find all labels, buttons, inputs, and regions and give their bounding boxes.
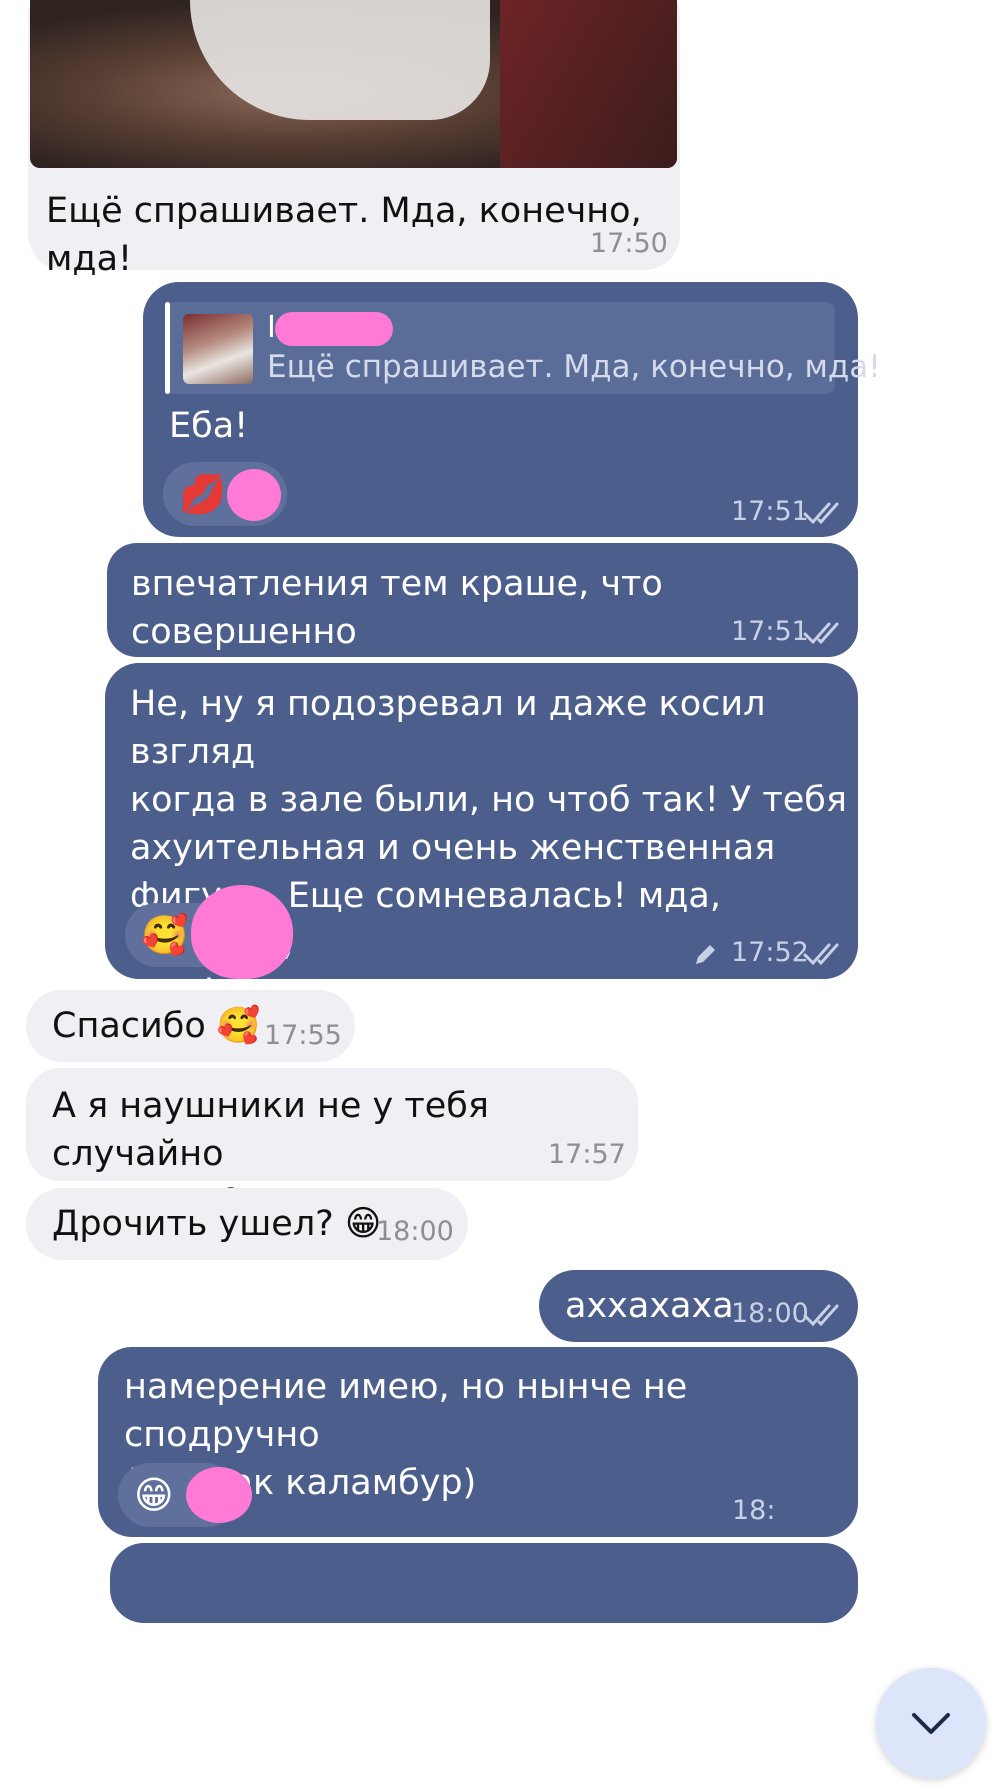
message-time: 17:52 bbox=[731, 937, 809, 968]
message-time: 17:50 bbox=[590, 228, 668, 259]
message-bubble-incoming[interactable]: Дрочить ушел? 😁 18:00 bbox=[26, 1188, 468, 1260]
double-check-icon bbox=[803, 1304, 839, 1327]
photo-attachment[interactable] bbox=[30, 0, 677, 168]
message-time: 18: bbox=[732, 1495, 776, 1526]
message-text: аххахаха bbox=[565, 1286, 734, 1326]
pencil-icon bbox=[696, 945, 715, 964]
message-text: Ещё спрашивает. Мда, конечно, мда! bbox=[46, 191, 642, 279]
message-bubble-outgoing[interactable] bbox=[110, 1543, 858, 1623]
grinning-face-reaction-emoji: 😁 bbox=[134, 1473, 174, 1517]
redacted-name bbox=[275, 312, 393, 346]
double-check-icon bbox=[803, 502, 839, 525]
reply-quote[interactable]: I Ещё спрашивает. Мда, конечно, мда! bbox=[165, 302, 881, 394]
message-text: Спасибо 🥰 bbox=[52, 1006, 261, 1046]
chevron-down-icon bbox=[912, 1713, 950, 1734]
message-time: 18:00 bbox=[731, 1298, 809, 1329]
message-text: Дрочить ушел? 😁 bbox=[52, 1204, 382, 1244]
reaction-chip[interactable]: 😁 bbox=[118, 1463, 252, 1527]
redacted-avatar bbox=[186, 1467, 252, 1523]
message-bubble-incoming[interactable]: А я наушники не у тебя случайно оставила… bbox=[26, 1068, 638, 1222]
smiling-face-hearts-reaction-emoji: 🥰 bbox=[141, 913, 189, 957]
message-bubble-incoming[interactable]: Ещё спрашивает. Мда, конечно, мда! 17:50 bbox=[28, 0, 680, 279]
message-bubble-incoming[interactable]: Спасибо 🥰 17:55 bbox=[26, 990, 355, 1062]
message-time: 17:51 bbox=[731, 496, 809, 527]
message-bubble-outgoing[interactable]: впечатления тем краше, что совершенно не… bbox=[107, 543, 858, 700]
message-bubble-outgoing[interactable]: намерение имею, но нынче не сподручно (в… bbox=[98, 1347, 858, 1537]
message-time: 17:51 bbox=[731, 616, 809, 647]
redacted-avatar bbox=[227, 469, 281, 521]
double-check-icon bbox=[803, 943, 839, 966]
message-time: 17:57 bbox=[548, 1139, 626, 1170]
message-text: Еба! bbox=[169, 406, 249, 446]
reaction-chip[interactable]: 💋 bbox=[163, 462, 287, 526]
message-bubble-outgoing[interactable]: Не, ну я подозревал и даже косил взгляд … bbox=[105, 663, 858, 1012]
reaction-chip[interactable]: 🥰 bbox=[125, 885, 293, 979]
reply-thumbnail bbox=[183, 314, 253, 384]
message-bubble-outgoing[interactable]: I Ещё спрашивает. Мда, конечно, мда! Еба… bbox=[143, 282, 881, 537]
reply-text: Ещё спрашивает. Мда, конечно, мда! bbox=[267, 349, 881, 385]
kiss-reaction-emoji: 💋 bbox=[179, 472, 227, 516]
scroll-to-bottom-button[interactable] bbox=[876, 1668, 986, 1778]
message-time: 18:00 bbox=[376, 1216, 454, 1247]
redacted-avatar bbox=[191, 885, 293, 979]
message-time: 17:55 bbox=[264, 1020, 342, 1051]
double-check-icon bbox=[803, 622, 839, 645]
message-bubble-outgoing[interactable]: аххахаха 18:00 bbox=[539, 1270, 858, 1342]
